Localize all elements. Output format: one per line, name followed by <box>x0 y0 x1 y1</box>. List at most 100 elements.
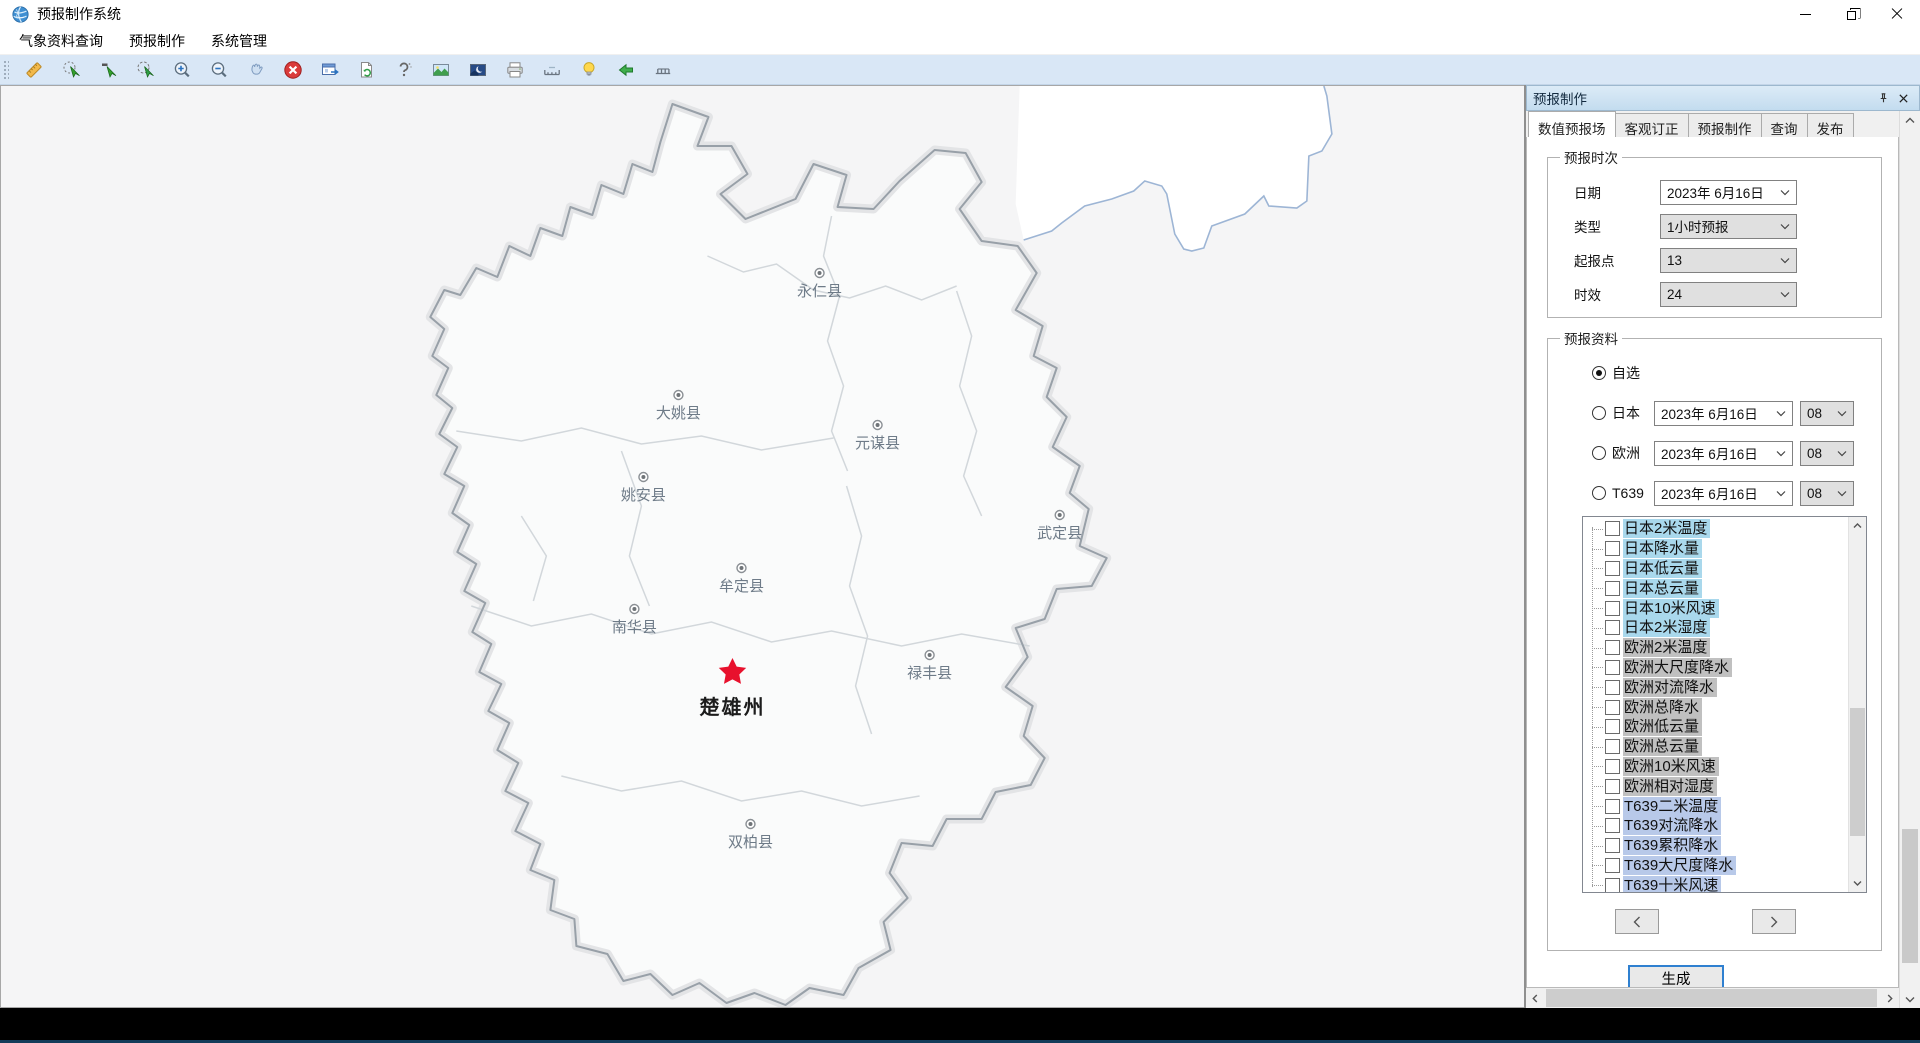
radio-t639[interactable] <box>1592 486 1606 500</box>
t639-date-select[interactable]: 2023年 6月16日 <box>1654 481 1793 506</box>
back-arrow-icon[interactable] <box>611 58 641 82</box>
t639-hour-select[interactable]: 08 <box>1800 481 1854 506</box>
list-item[interactable]: 日本低云量 <box>1583 559 1848 579</box>
checkbox[interactable] <box>1605 779 1620 794</box>
list-item-label[interactable]: 日本2米湿度 <box>1623 618 1710 637</box>
checkbox[interactable] <box>1605 680 1620 695</box>
list-item-label[interactable]: 日本2米温度 <box>1623 519 1710 538</box>
lightbulb-icon[interactable] <box>574 58 604 82</box>
scroll-left-icon[interactable] <box>1526 988 1544 1008</box>
h-scroll-track[interactable] <box>1544 988 1881 1008</box>
section-axis-icon[interactable] <box>648 58 678 82</box>
list-scrollbar-thumb[interactable] <box>1850 708 1865 836</box>
list-item-label[interactable]: T639十米风速 <box>1623 876 1721 893</box>
printer-icon[interactable] <box>500 58 530 82</box>
radio-europe-label[interactable]: 欧洲 <box>1612 443 1646 463</box>
checkbox[interactable] <box>1605 561 1620 576</box>
list-item-label[interactable]: 日本降水量 <box>1623 539 1702 558</box>
checkbox[interactable] <box>1605 759 1620 774</box>
radio-custom-label[interactable]: 自选 <box>1612 363 1646 383</box>
page-setup-icon[interactable] <box>537 58 567 82</box>
list-item[interactable]: 日本降水量 <box>1583 539 1848 559</box>
checkbox[interactable] <box>1605 700 1620 715</box>
list-item[interactable]: 日本总云量 <box>1583 578 1848 598</box>
tab-objective-correction[interactable]: 客观订正 <box>1615 113 1689 137</box>
tab-forecast-production[interactable]: 预报制作 <box>1688 113 1762 137</box>
checkbox[interactable] <box>1605 818 1620 833</box>
checkbox[interactable] <box>1605 620 1620 635</box>
checkbox[interactable] <box>1605 858 1620 873</box>
checkbox[interactable] <box>1605 799 1620 814</box>
stop-icon[interactable] <box>278 58 308 82</box>
list-item-label[interactable]: 欧洲10米风速 <box>1623 757 1719 776</box>
list-item-label[interactable]: T639累积降水 <box>1623 836 1721 855</box>
radio-t639-label[interactable]: T639 <box>1612 485 1646 501</box>
list-item-label[interactable]: 日本10米风速 <box>1623 599 1719 618</box>
checkbox[interactable] <box>1605 838 1620 853</box>
list-item[interactable]: 欧洲总降水 <box>1583 697 1848 717</box>
init-time-select[interactable]: 13 <box>1660 248 1797 273</box>
checkbox[interactable] <box>1605 601 1620 616</box>
map-canvas[interactable]: 永仁县 大姚县 元谋县 姚安县 武定县 牟定县 南华县 禄丰县 双柏县 楚雄州 <box>0 85 1524 1008</box>
measure-ruler-icon[interactable] <box>19 58 49 82</box>
japan-hour-select[interactable]: 08 <box>1800 401 1854 426</box>
v-scroll-thumb[interactable] <box>1902 829 1918 964</box>
list-item-label[interactable]: 欧洲2米温度 <box>1623 638 1710 657</box>
list-item[interactable]: T639累积降水 <box>1583 836 1848 856</box>
query-help-icon[interactable] <box>389 58 419 82</box>
list-item-label[interactable]: 欧洲对流降水 <box>1623 678 1717 697</box>
list-item-label[interactable]: 欧洲低云量 <box>1623 717 1702 736</box>
radio-europe[interactable] <box>1592 446 1606 460</box>
japan-date-select[interactable]: 2023年 6月16日 <box>1654 401 1793 426</box>
list-item[interactable]: 日本2米湿度 <box>1583 618 1848 638</box>
checkbox[interactable] <box>1605 521 1620 536</box>
scroll-down-icon[interactable] <box>1849 874 1866 892</box>
zoom-in-icon[interactable] <box>167 58 197 82</box>
tab-publish[interactable]: 发布 <box>1807 113 1854 137</box>
checkbox[interactable] <box>1605 581 1620 596</box>
list-scrollbar[interactable] <box>1848 517 1866 892</box>
pointer-arrow-icon[interactable] <box>93 58 123 82</box>
list-item[interactable]: 欧洲对流降水 <box>1583 677 1848 697</box>
list-item[interactable]: 欧洲低云量 <box>1583 717 1848 737</box>
checkbox[interactable] <box>1605 640 1620 655</box>
europe-hour-select[interactable]: 08 <box>1800 441 1854 466</box>
europe-date-select[interactable]: 2023年 6月16日 <box>1654 441 1793 466</box>
image-view-icon[interactable] <box>426 58 456 82</box>
lasso-select-icon[interactable] <box>130 58 160 82</box>
menu-item-weather-data-query[interactable]: 气象资料查询 <box>6 27 116 55</box>
type-select[interactable]: 1小时预报 <box>1660 214 1797 239</box>
list-item[interactable]: 日本10米风速 <box>1583 598 1848 618</box>
checkbox[interactable] <box>1605 541 1620 556</box>
pin-icon[interactable] <box>1873 88 1893 108</box>
scroll-up-icon[interactable] <box>1900 111 1920 129</box>
list-item-label[interactable]: T639二米温度 <box>1623 797 1721 816</box>
pan-hand-icon[interactable] <box>241 58 271 82</box>
list-item-label[interactable]: 欧洲总降水 <box>1623 698 1702 717</box>
panel-vertical-scrollbar[interactable] <box>1899 111 1920 1008</box>
zoom-out-icon[interactable] <box>204 58 234 82</box>
checkbox[interactable] <box>1605 719 1620 734</box>
list-item-label[interactable]: 欧洲总云量 <box>1623 737 1702 756</box>
list-item-label[interactable]: 欧洲大尺度降水 <box>1623 658 1732 677</box>
generate-button[interactable]: 生成 <box>1628 965 1724 988</box>
menu-item-system-management[interactable]: 系统管理 <box>198 27 280 55</box>
minimize-button[interactable] <box>1782 0 1828 28</box>
list-item[interactable]: 欧洲2米温度 <box>1583 638 1848 658</box>
scroll-down-icon[interactable] <box>1900 990 1920 1008</box>
list-item[interactable]: 欧洲10米风速 <box>1583 757 1848 777</box>
tab-query[interactable]: 查询 <box>1761 113 1808 137</box>
scroll-right-icon[interactable] <box>1881 988 1899 1008</box>
close-button[interactable] <box>1874 0 1920 28</box>
radio-japan[interactable] <box>1592 406 1606 420</box>
menu-item-forecast-production[interactable]: 预报制作 <box>116 27 198 55</box>
list-item[interactable]: 欧洲总云量 <box>1583 737 1848 757</box>
validity-select[interactable]: 24 <box>1660 282 1797 307</box>
panel-close-icon[interactable] <box>1893 88 1913 108</box>
list-item-label[interactable]: 日本总云量 <box>1623 579 1702 598</box>
select-region-icon[interactable] <box>56 58 86 82</box>
checkbox[interactable] <box>1605 660 1620 675</box>
list-item[interactable]: 欧洲大尺度降水 <box>1583 658 1848 678</box>
panel-horizontal-scrollbar[interactable] <box>1526 988 1899 1008</box>
list-item-label[interactable]: T639对流降水 <box>1623 816 1721 835</box>
